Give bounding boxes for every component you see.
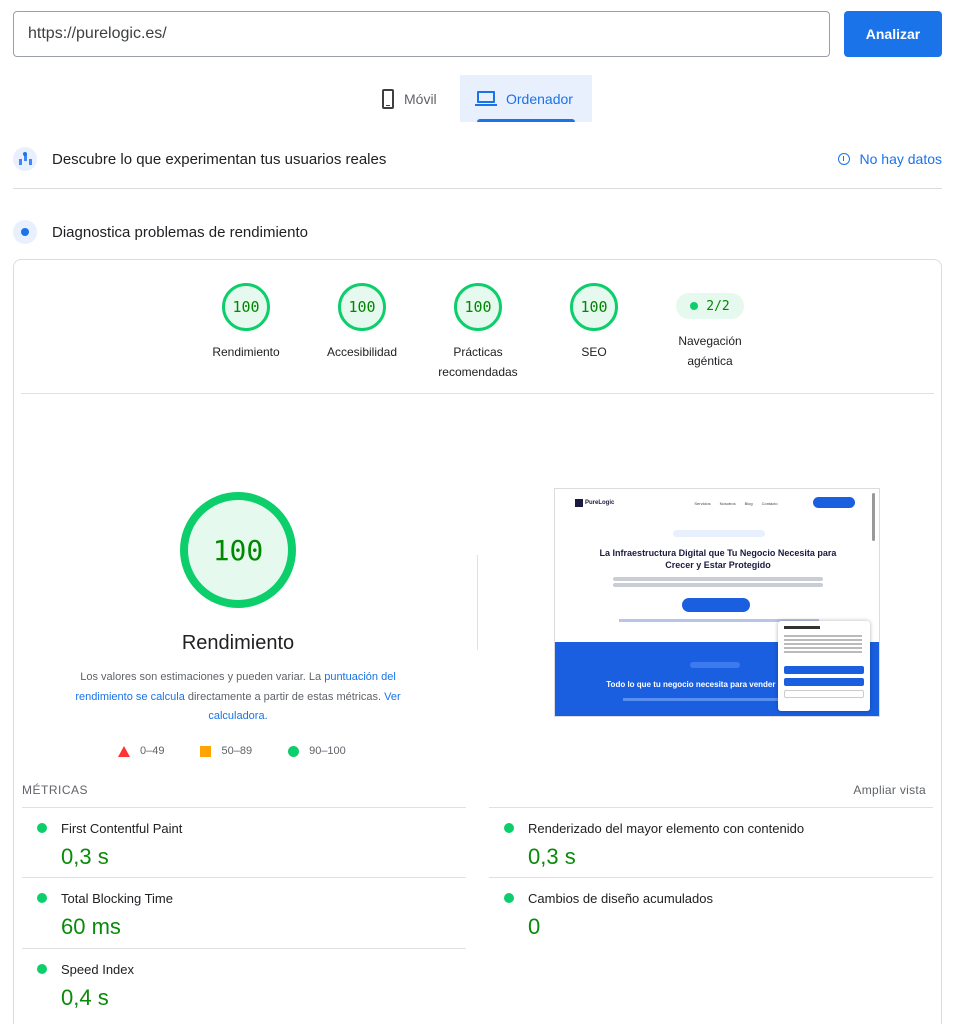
no-data-link[interactable]: No hay datos [837,151,943,167]
legend-average: 50–89 [200,745,252,757]
diagnostics-icon [13,220,37,244]
metric-tbt: Total Blocking Time 60 ms [22,877,466,947]
thumb-scrollbar [872,493,875,541]
metric-fcp: First Contentful Paint 0,3 s [22,807,466,877]
desc-text: directamente a partir de estas métricas. [184,690,385,703]
tab-desktop-label: Ordenador [506,90,573,107]
metric-value: 0,3 s [61,844,109,869]
pass-dot-icon [504,893,514,903]
metric-value: 60 ms [61,914,121,939]
thumb-nav-link: Nosotros [719,500,736,506]
performance-big-gauge: 100 [180,492,296,608]
thumb-nav-link: Servicios [694,500,711,506]
metric-label: First Contentful Paint [61,821,183,836]
agentic-score-pill: 2/2 [676,293,744,319]
circle-icon [288,745,300,757]
metric-cls: Cambios de diseño acumulados 0 [489,877,933,947]
legend-label: 0–49 [140,745,165,757]
legend-label: 90–100 [309,745,346,757]
lab-data-title: Diagnostica problemas de rendimiento [52,223,308,241]
legend-label: 50–89 [221,745,253,757]
thumb-nav-link: Blog [744,500,753,506]
square-icon [200,745,212,757]
metric-label: Renderizado del mayor elemento con conte… [528,821,805,836]
gauge-score: 100 [222,283,270,331]
info-icon [837,153,850,165]
metrics-heading: MÉTRICAS [22,783,89,797]
thumb-headline: La Infraestructura Digital que Tu Negoci… [599,548,837,570]
pass-dot-icon [37,823,47,833]
divider [13,188,942,189]
thumb-blue-subtext [623,698,783,701]
metric-value: 0,3 s [528,844,576,869]
metric-si: Speed Index 0,4 s [22,948,466,1018]
thumb-cta [813,497,855,508]
metric-label: Cambios de diseño acumulados [528,891,713,906]
pass-dot-icon [37,893,47,903]
performance-description: Los valores son estimaciones y pueden va… [60,668,416,727]
logo-icon [575,499,583,507]
tab-mobile[interactable]: Móvil [372,75,458,122]
gauge-performance[interactable]: 100 Rendimiento [191,283,301,362]
gauge-label: Navegación agéntica [678,334,742,368]
vertical-divider [477,555,478,650]
thumb-nav-links: Servicios Nosotros Blog Contacto [694,501,777,506]
metric-lcp: Renderizado del mayor elemento con conte… [489,807,933,877]
url-input[interactable] [13,11,830,57]
field-data-title: Descubre lo que experimentan tus usuario… [52,150,387,168]
thumb-pill [673,530,765,537]
divider [21,393,934,394]
gauge-score: 100 [570,283,618,331]
score-legend: 0–49 50–89 90–100 [118,745,382,757]
thumb-logo: PureLogic [575,499,614,507]
tab-mobile-label: Móvil [404,90,437,107]
users-icon [13,147,37,171]
pass-dot-icon [37,964,47,974]
thumb-blue-pill [690,662,740,668]
pass-dot-icon [504,823,514,833]
gauge-label: Rendimiento [212,345,280,359]
analyze-button[interactable]: Analizar [844,11,942,57]
desc-text: Los valores son estimaciones y pueden va… [80,671,325,683]
expand-view-toggle[interactable]: Ampliar vista [853,783,926,797]
gauge-agentic-navigation[interactable]: 2/2 Navegación agéntica [655,283,765,371]
phone-icon [382,88,394,109]
gauge-accessibility[interactable]: 100 Accesibilidad [307,283,417,362]
gauge-best-practices[interactable]: 100 Prácticas recomendadas [423,283,533,382]
gauge-seo[interactable]: 100 SEO [539,283,649,362]
gauge-score: 100 [338,283,386,331]
metric-value: 0 [528,914,541,939]
thumb-subtext [613,577,823,581]
thumb-nav-link: Contacto [761,500,778,506]
triangle-icon [118,745,130,757]
performance-title: Rendimiento [181,632,295,654]
metric-label: Speed Index [61,962,135,977]
lab-data-header: Diagnostica problemas de rendimiento [13,219,942,245]
gauge-label: SEO [581,345,607,359]
thumb-button [682,598,750,612]
no-data-label: No hay datos [859,151,943,167]
tab-desktop[interactable]: Ordenador [460,75,592,122]
field-data-header: Descubre lo que experimentan tus usuario… [13,146,942,172]
metric-value: 0,4 s [61,985,109,1010]
legend-pass: 90–100 [288,745,346,757]
gauge-label: Accesibilidad [326,345,398,359]
gauge-label: Prácticas recomendadas [438,345,518,379]
page-screenshot-thumbnail[interactable]: PureLogic Servicios Nosotros Blog Contac… [554,488,880,717]
legend-fail: 0–49 [118,745,164,757]
laptop-icon [475,91,497,106]
pass-dot-icon [690,302,699,310]
agentic-score: 2/2 [706,298,730,314]
thumb-logo-text: PureLogic [585,500,615,506]
gauge-score: 100 [454,283,502,331]
metric-label: Total Blocking Time [61,891,173,906]
thumb-cookie-banner [778,621,870,711]
